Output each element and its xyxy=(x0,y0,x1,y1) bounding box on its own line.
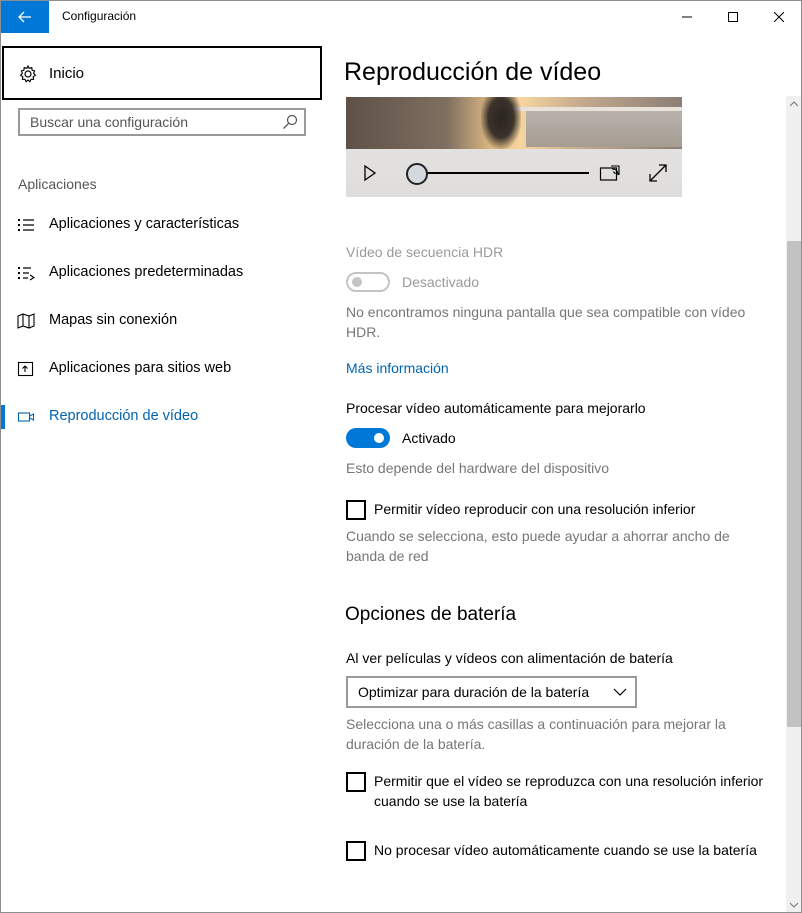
auto-process-toggle[interactable] xyxy=(346,428,390,448)
sidebar-item-apps-features[interactable]: Aplicaciones y características xyxy=(1,205,331,245)
title-bar: Configuración xyxy=(1,1,801,33)
window-title: Configuración xyxy=(62,9,137,23)
scroll-down-icon xyxy=(790,902,798,908)
close-button[interactable] xyxy=(756,1,801,33)
main-content: Reproducción de vídeo Vídeo de secuencia… xyxy=(331,33,786,912)
battery-low-res-label[interactable]: Permitir que el vídeo se reproduzca con … xyxy=(374,771,774,811)
video-frame-rail xyxy=(506,107,682,111)
search-icon[interactable] xyxy=(282,114,298,130)
low-res-description: Cuando se selecciona, esto puede ayudar … xyxy=(346,528,730,564)
hdr-toggle[interactable] xyxy=(346,272,390,292)
maximize-button[interactable] xyxy=(710,1,756,33)
scroll-thumb[interactable] xyxy=(787,241,801,727)
sidebar-item-video-playback[interactable]: Reproducción de vídeo xyxy=(1,397,331,437)
apps-list-icon xyxy=(18,219,34,231)
battery-no-process-checkbox[interactable] xyxy=(346,841,366,861)
play-icon[interactable] xyxy=(363,164,377,182)
battery-low-res-checkbox[interactable] xyxy=(346,772,366,792)
sidebar-item-label: Aplicaciones predeterminadas xyxy=(49,264,244,280)
toggle-knob xyxy=(352,277,362,287)
auto-process-description: Esto depende del hardware del dispositiv… xyxy=(346,460,610,476)
sidebar-item-label: Reproducción de vídeo xyxy=(49,408,199,424)
video-frame-figure xyxy=(481,97,521,149)
toggle-knob xyxy=(374,433,384,443)
battery-heading: Opciones de batería xyxy=(345,604,517,625)
hdr-description: No encontramos ninguna pantalla que sea … xyxy=(346,304,746,340)
maximize-icon xyxy=(728,12,738,22)
video-preview[interactable] xyxy=(346,97,682,197)
chevron-down-icon xyxy=(613,688,627,696)
video-frame-sea xyxy=(526,111,682,147)
scroll-down-button[interactable] xyxy=(786,897,801,912)
battery-dropdown-label: Al ver películas y vídeos con alimentaci… xyxy=(346,650,673,666)
battery-description: Selecciona una o más casillas a continua… xyxy=(346,716,726,752)
sidebar-item-label: Mapas sin conexión xyxy=(49,312,178,328)
section-label-apps: Aplicaciones xyxy=(18,176,97,192)
back-button[interactable] xyxy=(1,1,49,33)
video-controls xyxy=(346,149,682,197)
back-arrow-icon xyxy=(18,11,31,23)
close-icon xyxy=(774,12,784,22)
minimize-icon xyxy=(682,16,692,18)
page-title: Reproducción de vídeo xyxy=(344,58,602,86)
low-res-label[interactable]: Permitir vídeo reproducir con una resolu… xyxy=(374,499,695,519)
sidebar-item-offline-maps[interactable]: Mapas sin conexión xyxy=(1,301,331,341)
sidebar-item-default-apps[interactable]: Aplicaciones predeterminadas xyxy=(1,253,331,293)
hdr-toggle-state: Desactivado xyxy=(402,274,480,290)
battery-dropdown[interactable]: Optimizar para duración de la batería xyxy=(346,676,637,708)
home-label: Inicio xyxy=(49,65,85,82)
more-info-link[interactable]: Más información xyxy=(346,358,449,378)
hdr-label: Vídeo de secuencia HDR xyxy=(346,244,504,260)
auto-process-label: Procesar vídeo automáticamente para mejo… xyxy=(346,400,646,416)
battery-no-process-label[interactable]: No procesar vídeo automáticamente cuando… xyxy=(374,840,764,860)
auto-process-toggle-state: Activado xyxy=(402,430,456,446)
low-res-checkbox[interactable] xyxy=(346,500,366,520)
cast-icon[interactable] xyxy=(599,163,621,183)
sidebar-item-web-apps[interactable]: Aplicaciones para sitios web xyxy=(1,349,331,389)
sidebar-item-label: Aplicaciones para sitios web xyxy=(49,360,232,376)
scroll-up-button[interactable] xyxy=(786,96,801,112)
video-icon xyxy=(17,412,35,422)
gear-icon xyxy=(19,65,37,83)
map-icon xyxy=(17,313,35,329)
battery-dropdown-value: Optimizar para duración de la batería xyxy=(358,684,590,700)
video-progress-track[interactable] xyxy=(416,172,589,174)
video-progress-thumb[interactable] xyxy=(406,163,428,185)
search-box[interactable] xyxy=(18,108,306,136)
sidebar-item-label: Aplicaciones y características xyxy=(49,216,240,232)
minimize-button[interactable] xyxy=(664,1,710,33)
sidebar: Inicio Aplicaciones Aplicaciones y carac… xyxy=(1,33,331,912)
default-apps-icon xyxy=(18,267,35,281)
scrollbar[interactable] xyxy=(786,96,801,912)
web-app-icon xyxy=(17,361,34,377)
fullscreen-icon[interactable] xyxy=(648,163,668,183)
home-button[interactable]: Inicio xyxy=(2,46,322,100)
settings-window: Configuración Inicio Aplicaciones xyxy=(0,0,802,913)
scroll-up-icon xyxy=(790,101,798,107)
search-input[interactable] xyxy=(20,110,270,134)
